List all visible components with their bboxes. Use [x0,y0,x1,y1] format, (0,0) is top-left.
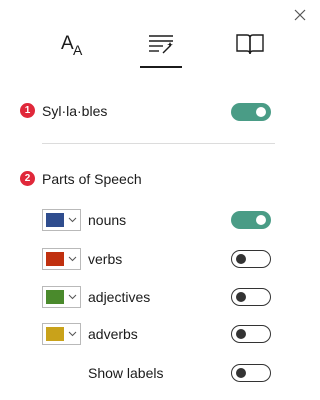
show-labels-toggle[interactable] [231,364,271,382]
adjectives-color-swatch [46,290,64,304]
tab-text-size[interactable]: A A [54,22,94,66]
section-divider [42,143,275,144]
toggle-knob [256,107,266,117]
toggle-knob [236,254,246,264]
adverbs-label: adverbs [88,326,138,342]
chevron-down-icon [68,331,77,337]
adverbs-color-swatch [46,327,64,341]
toggle-knob [236,368,246,378]
parts-of-speech-step-badge: 2 [20,171,35,186]
verbs-label: verbs [88,251,123,267]
syllables-label: Syl·la·bles [42,103,108,119]
nouns-color-picker[interactable] [42,209,81,231]
chevron-down-icon [68,217,77,223]
toggle-knob [256,215,266,225]
chevron-down-icon [68,294,77,300]
chevron-down-icon [68,256,77,262]
adjectives-label: adjectives [88,289,151,305]
adverbs-toggle[interactable] [231,325,271,343]
parts-of-speech-label: Parts of Speech [42,171,142,187]
reading-preferences-icon [236,34,264,55]
close-button[interactable] [289,4,311,26]
syllables-step-badge: 1 [20,103,35,118]
syllables-toggle[interactable] [231,103,271,121]
nouns-toggle[interactable] [231,211,271,229]
show-labels-label: Show labels [88,365,164,381]
verbs-toggle[interactable] [231,250,271,268]
svg-text:A: A [73,42,83,58]
adverbs-color-picker[interactable] [42,323,81,345]
toggle-knob [236,329,246,339]
adjectives-color-picker[interactable] [42,286,81,308]
verbs-color-swatch [46,252,64,266]
text-size-icon: A A [61,33,83,58]
grammar-options-icon [149,35,173,54]
close-icon [294,9,306,21]
verbs-color-picker[interactable] [42,248,81,270]
selected-tab-indicator [140,66,182,68]
nouns-label: nouns [88,212,127,228]
toggle-knob [236,292,246,302]
adjectives-toggle[interactable] [231,288,271,306]
nouns-color-swatch [46,213,64,227]
tab-reading-preferences[interactable] [232,22,268,66]
tab-grammar-options[interactable] [140,22,182,68]
